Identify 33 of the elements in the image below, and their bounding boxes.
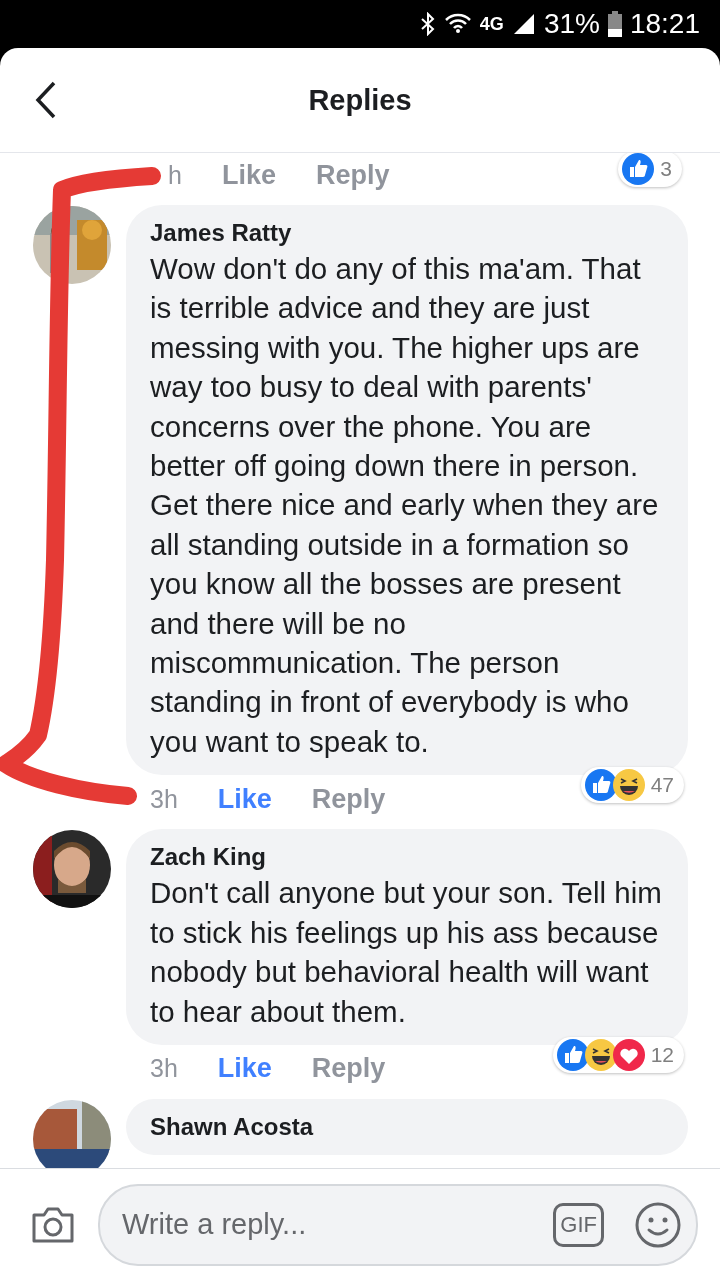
clock: 18:21 (629, 8, 700, 40)
emoji-icon[interactable] (634, 1200, 682, 1249)
comment-text: Wow don't do any of this ma'am. That is terrible advice and they are just messing with you. The higher ups are way too busy to deal with parents' concerns over the phone. You are better off going down there in person. Get there nice and early when they are all standing outside in a formation so you know all the bosses are present and there will be no miscommunication. The person standing in front of everybody is who you want to speak to. (150, 251, 660, 760)
reply-input[interactable]: Write a reply... GIF (98, 1183, 698, 1266)
author-name[interactable]: Shawn Acosta (150, 1112, 664, 1141)
reply-link[interactable]: Reply (315, 159, 390, 191)
laughing-face-icon (584, 1038, 617, 1071)
screen-title: Replies (308, 83, 412, 117)
back-button[interactable] (34, 80, 58, 120)
reaction-summary[interactable]: 12 (552, 1036, 684, 1073)
bluetooth-icon (419, 12, 436, 36)
reaction-summary[interactable]: 3 (618, 153, 682, 187)
reply-link[interactable]: Reply (311, 783, 386, 815)
wifi-icon (443, 12, 472, 36)
comment-time: 3h (150, 784, 178, 814)
author-name[interactable]: James Ratty (150, 219, 664, 247)
gif-button[interactable]: GIF (553, 1202, 604, 1247)
laughing-face-icon (612, 769, 645, 802)
comment-time: 3h (150, 1054, 178, 1084)
like-link[interactable]: Like (217, 783, 272, 815)
author-name[interactable]: Zach King (150, 843, 664, 872)
like-link[interactable]: Like (221, 159, 276, 191)
thumbs-up-icon (584, 769, 617, 802)
reply-link[interactable]: Reply (311, 1053, 386, 1085)
battery-percent: 31% (543, 8, 600, 40)
battery-icon (607, 11, 622, 37)
comment-time: h (168, 160, 182, 190)
network-type: 4G (479, 13, 504, 35)
comment-text: Don't call anyone but your son. Tell him to stick his feelings up his ass because nobody but behavioral health will want to hear about them. (150, 875, 663, 1030)
like-link[interactable]: Like (217, 1053, 272, 1085)
thumbs-up-icon (556, 1038, 589, 1071)
reaction-summary[interactable]: 47 (580, 767, 684, 804)
thumbs-up-icon (622, 153, 655, 185)
